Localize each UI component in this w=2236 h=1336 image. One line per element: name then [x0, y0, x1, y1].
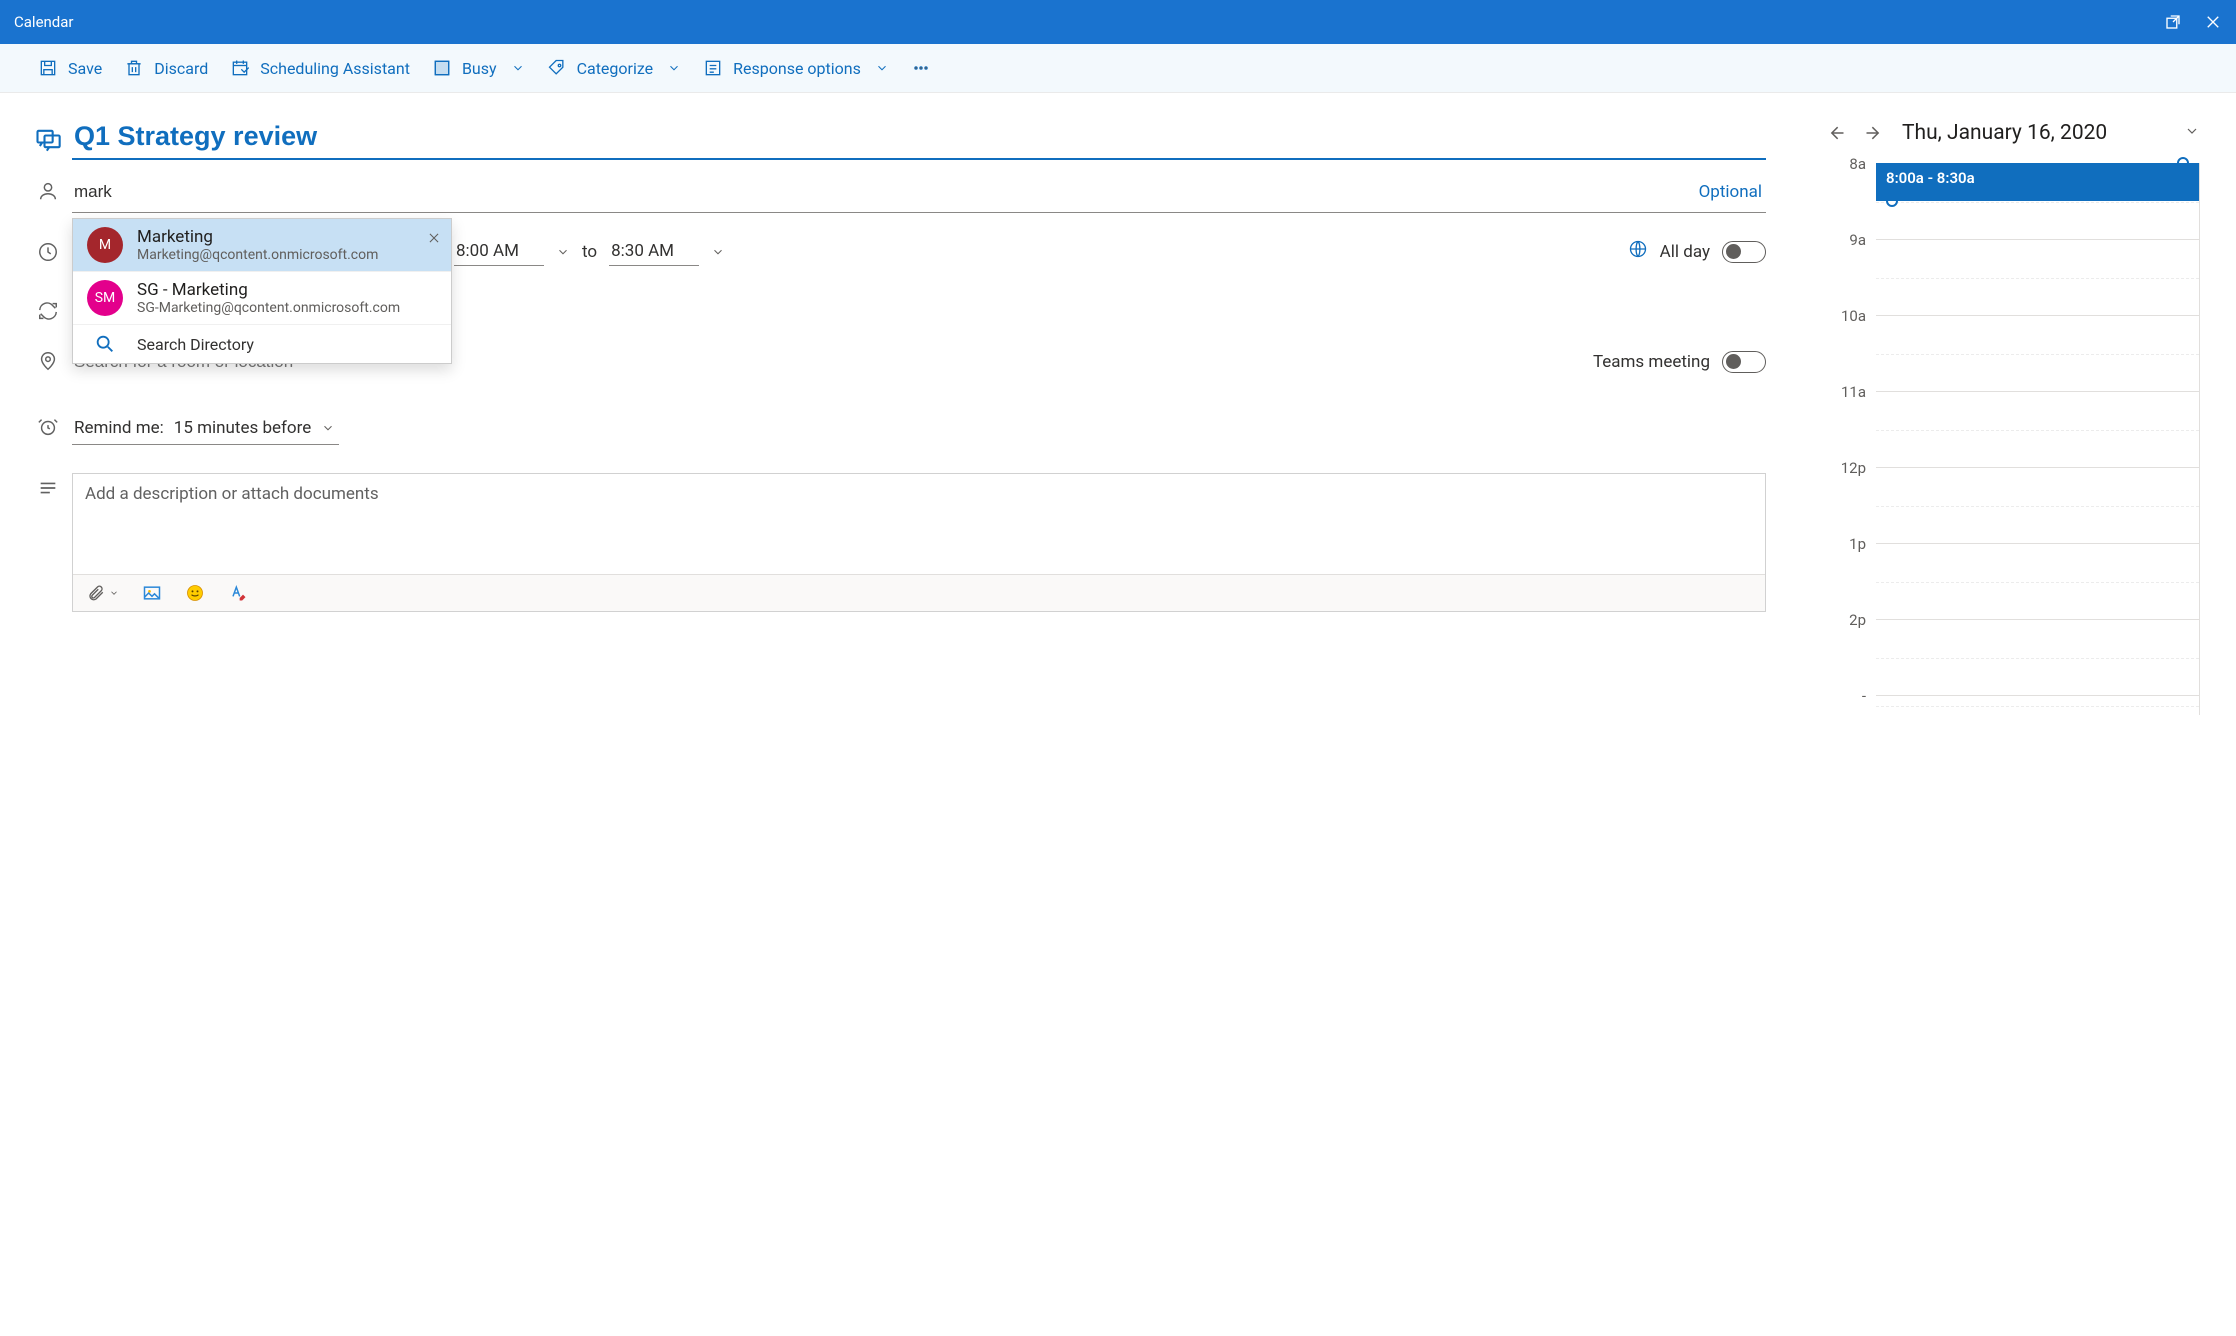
all-day-label: All day — [1660, 242, 1710, 262]
timeline-date-header: Thu, January 16, 2020 — [1826, 121, 2200, 145]
reminder-dropdown[interactable]: Remind me: 15 minutes before — [72, 412, 339, 445]
clock-icon — [24, 237, 72, 263]
hour-row[interactable]: 10a — [1826, 315, 2199, 391]
save-button[interactable]: Save — [38, 58, 102, 78]
optional-attendees-link[interactable]: Optional — [1695, 182, 1766, 202]
response-label: Response options — [733, 59, 861, 78]
hour-label: 8a — [1826, 155, 1876, 173]
hour-row[interactable]: 9a — [1826, 239, 2199, 315]
remove-suggestion-icon[interactable] — [427, 231, 441, 249]
location-icon — [24, 346, 72, 372]
command-bar: Save Discard Scheduling Assistant Busy C… — [0, 44, 2236, 93]
chevron-down-icon[interactable] — [556, 245, 570, 259]
suggestion-name: SG - Marketing — [137, 280, 400, 300]
suggestion-item[interactable]: SM SG - Marketing SG-Marketing@qcontent.… — [73, 271, 451, 324]
hour-label: 12p — [1826, 459, 1876, 477]
chevron-down-icon — [511, 61, 525, 75]
hour-row[interactable]: 11a — [1826, 391, 2199, 467]
to-label: to — [582, 242, 597, 262]
busy-label: Busy — [462, 59, 497, 78]
save-label: Save — [68, 59, 102, 78]
teams-meeting-toggle[interactable] — [1722, 351, 1766, 373]
discard-label: Discard — [154, 59, 208, 78]
description-textarea[interactable]: Add a description or attach documents — [73, 474, 1765, 574]
insert-image-button[interactable] — [141, 583, 163, 603]
hour-label: 1p — [1826, 535, 1876, 553]
people-suggestions-popup: M Marketing Marketing@qcontent.onmicroso… — [72, 218, 452, 364]
timeline-event[interactable]: 8:00a - 8:30a — [1876, 163, 2199, 201]
attach-file-button[interactable] — [87, 583, 119, 603]
reminder-prefix: Remind me: — [74, 418, 164, 438]
hour-row[interactable]: 2p — [1826, 619, 2199, 695]
timeline-date-label: Thu, January 16, 2020 — [1902, 121, 2107, 145]
scheduling-label: Scheduling Assistant — [260, 59, 410, 78]
hour-label: 2p — [1826, 611, 1876, 629]
more-commands-button[interactable] — [911, 58, 931, 78]
hour-row[interactable]: 1p — [1826, 543, 2199, 619]
hour-label: 10a — [1826, 307, 1876, 325]
event-title-input[interactable] — [72, 121, 1766, 160]
chevron-down-icon — [109, 588, 119, 598]
search-directory-label: Search Directory — [137, 335, 254, 354]
response-options-dropdown[interactable]: Response options — [703, 58, 889, 78]
chevron-down-icon[interactable] — [711, 245, 725, 259]
description-toolbar — [73, 574, 1765, 611]
suggestion-item[interactable]: M Marketing Marketing@qcontent.onmicroso… — [73, 219, 451, 271]
search-directory-button[interactable]: Search Directory — [73, 324, 451, 363]
chevron-down-icon — [667, 61, 681, 75]
end-time-input[interactable]: 8:30 AM — [609, 237, 699, 266]
hour-row[interactable]: 12p — [1826, 467, 2199, 543]
popout-icon[interactable] — [2164, 13, 2182, 31]
categorize-dropdown[interactable]: Categorize — [547, 58, 682, 78]
avatar: M — [87, 227, 123, 263]
chevron-down-icon — [875, 61, 889, 75]
description-icon — [24, 473, 72, 499]
reminder-value: 15 minutes before — [174, 418, 311, 438]
timezone-icon[interactable] — [1628, 239, 1648, 264]
insert-emoji-button[interactable] — [185, 583, 205, 603]
title-bar: Calendar — [0, 0, 2236, 44]
window-controls — [2164, 13, 2222, 31]
all-day-toggle[interactable] — [1722, 241, 1766, 263]
app-title: Calendar — [14, 13, 74, 31]
person-icon — [24, 176, 72, 202]
prev-day-button[interactable] — [1826, 123, 1846, 143]
day-timeline[interactable]: 8a9a10a11a12p1p2p-8:00a - 8:30a — [1826, 163, 2200, 715]
suggestion-email: SG-Marketing@qcontent.onmicrosoft.com — [137, 300, 400, 316]
description-editor: Add a description or attach documents — [72, 473, 1766, 612]
start-time-input[interactable]: 8:00 AM — [454, 237, 544, 266]
skype-teams-icon[interactable] — [24, 121, 72, 153]
categorize-label: Categorize — [577, 59, 654, 78]
discard-button[interactable]: Discard — [124, 58, 208, 78]
hour-label: 11a — [1826, 383, 1876, 401]
next-day-button[interactable] — [1864, 123, 1884, 143]
suggestion-email: Marketing@qcontent.onmicrosoft.com — [137, 247, 378, 263]
avatar: SM — [87, 280, 123, 316]
format-text-button[interactable] — [227, 583, 249, 603]
suggestion-name: Marketing — [137, 227, 378, 247]
reminder-icon — [24, 412, 72, 438]
busy-dropdown[interactable]: Busy — [432, 58, 525, 78]
hour-label: 9a — [1826, 231, 1876, 249]
close-icon[interactable] — [2204, 13, 2222, 31]
scheduling-assistant-button[interactable]: Scheduling Assistant — [230, 58, 410, 78]
chevron-down-icon — [321, 421, 335, 435]
date-picker-chevron[interactable] — [2184, 121, 2200, 145]
repeat-icon[interactable] — [24, 296, 72, 322]
invitee-input[interactable] — [72, 176, 1695, 208]
teams-meeting-label: Teams meeting — [1593, 352, 1710, 372]
